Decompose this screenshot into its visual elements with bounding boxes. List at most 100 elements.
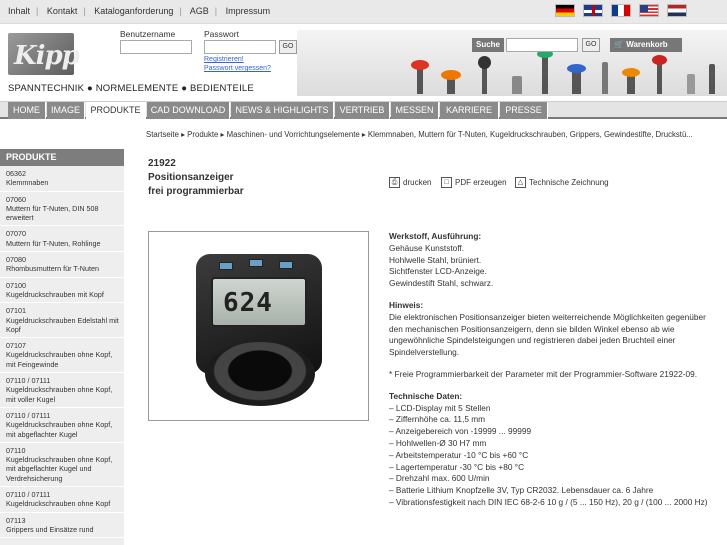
cart-icon: 🛒 — [614, 40, 624, 49]
tech-data-line: – Vibrationsfestigkeit nach DIN IEC 68-2… — [389, 496, 708, 507]
product-title-line2: frei programmierbar — [148, 186, 244, 197]
sidebar-item-label: Kugeldruckschrauben ohne Kopf, mit abgef… — [6, 455, 113, 483]
top-links: Inhalt | Kontakt | Kataloganforderung | AGB… — [8, 6, 271, 16]
link-katalog[interactable]: Kataloganforderung — [94, 6, 173, 16]
pdf-icon: □ — [441, 177, 452, 188]
sidebar-item[interactable]: 07100 Kugeldruckschrauben mit Kopf — [0, 278, 124, 304]
sidebar-item[interactable]: 07110 / 07111 Kugeldruckschrauben ohne Ko… — [0, 373, 124, 408]
material-heading: Werkstoff, Ausführung: — [389, 231, 482, 241]
sidebar-item-code: 07110 / 07111 — [6, 376, 51, 386]
material-line: Sichtfenster LCD-Anzeige. — [389, 266, 487, 277]
password-label: Passwort — [204, 29, 239, 39]
sidebar-item[interactable]: 07060 Muttern für T-Nuten, DIN 508 erweit… — [0, 192, 124, 227]
nav-image[interactable]: IMAGE — [47, 102, 85, 119]
pdf-label: PDF erzeugen — [455, 178, 507, 187]
sidebar-item-code: 07113 — [6, 515, 26, 525]
sidebar-item[interactable]: 07101 Kugeldruckschrauben Edelstahl mit K… — [0, 303, 124, 339]
tech-data-line: – Arbeitstemperatur -10 °C bis +60 °C — [389, 449, 529, 460]
cart-label: Warenkorb — [626, 40, 668, 49]
tagline: SPANNTECHNIK ● NORMELEMENTE ● BEDIENTEIL… — [8, 83, 254, 94]
device-hollow-shaft — [205, 342, 315, 406]
nav-karriere[interactable]: KARRIERE — [440, 102, 499, 119]
sidebar-item-label: Kugeldruckschrauben ohne Kopf — [6, 499, 111, 509]
flag-fr-icon[interactable] — [611, 4, 631, 17]
flag-nl-icon[interactable] — [667, 4, 687, 17]
sidebar-item-label: Kugeldruckschrauben ohne Kopf, mit Feing… — [6, 350, 113, 369]
sidebar-item[interactable]: 07110 / 07111 Kugeldruckschrauben ohne Ko… — [0, 408, 124, 443]
sidebar-item[interactable]: 07110 / 07111 Kugeldruckschrauben ohne Ko… — [0, 487, 124, 513]
tech-data-line: – Hohlwellen-Ø 30 H7 mm — [389, 437, 487, 448]
sidebar-item-label: Kugeldruckschrauben mit Kopf — [6, 289, 104, 299]
top-bar: Inhalt | Kontakt | Kataloganforderung | AGB… — [0, 0, 727, 24]
link-kontakt[interactable]: Kontakt — [47, 6, 78, 16]
kipp-logo[interactable]: Kipp — [8, 33, 80, 75]
main-nav: HOME IMAGE PRODUKTE CAD DOWNLOAD NEWS & … — [0, 101, 727, 119]
search-label: Suche — [472, 38, 504, 52]
material-line: Gewindestift Stahl, schwarz. — [389, 278, 494, 289]
product-title-line1: Positionsanzeiger — [148, 172, 234, 183]
device-display-value: 624 — [223, 288, 273, 318]
password-input[interactable] — [204, 40, 276, 54]
search-input[interactable] — [506, 38, 578, 52]
register-link[interactable]: Registrieren! — [204, 56, 244, 63]
tech-data-line: – Drehzahl max. 600 U/min — [389, 473, 490, 484]
nav-news[interactable]: NEWS & HIGHLIGHTS — [231, 102, 334, 119]
sidebar-item-code: 07110 / 07111 — [6, 490, 51, 500]
nav-home[interactable]: HOME — [8, 102, 46, 119]
product-image[interactable]: 624 — [148, 231, 369, 421]
language-flags — [555, 4, 687, 17]
print-action[interactable]: ⎙ drucken — [389, 177, 431, 188]
sidebar-item-label: Kugeldruckschrauben ohne Kopf, mit abgef… — [6, 420, 113, 439]
print-label: drucken — [403, 178, 432, 187]
sidebar-item[interactable]: 07110 Kugeldruckschrauben ohne Kopf, mit … — [0, 443, 124, 488]
product-sidebar: PRODUKTE 06362 Klemmnaben 07060 Muttern für… — [0, 149, 124, 545]
flag-en-icon[interactable] — [583, 4, 603, 17]
tech-data-line: – Lagertemperatur -30 °C bis +80 °C — [389, 461, 525, 472]
sidebar-item-code: 07101 — [6, 306, 26, 316]
sidebar-item-label: Rhombusmuttern für T-Nuten — [6, 264, 99, 274]
link-impressum[interactable]: Impressum — [226, 6, 271, 16]
login-go-button[interactable]: GO — [279, 40, 297, 54]
drawing-label: Technische Zeichnung — [529, 178, 609, 187]
sidebar-item-code: 07080 — [6, 255, 26, 265]
sidebar-item-label: Kugeldruckschrauben Edelstahl mit Kopf — [6, 315, 119, 334]
print-icon: ⎙ — [389, 177, 400, 188]
sidebar-item-code: 07070 — [6, 229, 26, 239]
flag-us-icon[interactable] — [639, 4, 659, 17]
sidebar-item-code: 07060 — [6, 194, 26, 204]
product-description: Werkstoff, Ausführung: Gehäuse Kunststof… — [389, 231, 709, 509]
sidebar-item-label: Muttern für T-Nuten, DIN 508 erweitert — [6, 203, 99, 223]
tech-data-line: – Anzeigebereich von -19999 ... 99999 — [389, 426, 532, 437]
link-agb[interactable]: AGB — [190, 6, 209, 16]
tech-data-line: – Batterie Lithium Knopfzelle 3V, Typ CR… — [389, 485, 654, 496]
nav-presse[interactable]: PRESSE — [500, 102, 548, 119]
sidebar-item-code: 07110 — [6, 445, 26, 455]
drawing-icon: △ — [515, 177, 526, 188]
link-inhalt[interactable]: Inhalt — [8, 6, 30, 16]
tech-data-line: – LCD-Display mit 5 Stellen — [389, 402, 491, 413]
sidebar-item[interactable]: 07113 Grippers und Einsätze rund — [0, 513, 124, 539]
hint-heading: Hinweis: — [389, 299, 424, 310]
nav-produkte[interactable]: PRODUKTE — [86, 102, 146, 119]
software-note: * Freie Programmierbarkeit der Parameter… — [389, 368, 698, 379]
product-title: Positionsanzeiger frei programmierbar — [148, 171, 244, 199]
forgot-password-link[interactable]: Passwort vergessen? — [204, 65, 271, 72]
sidebar-item-code: 07100 — [6, 280, 26, 290]
flag-de-icon[interactable] — [555, 4, 575, 17]
nav-cad-download[interactable]: CAD DOWNLOAD — [147, 102, 230, 119]
breadcrumb[interactable]: Startseite ▸ Produkte ▸ Maschinen- und V… — [146, 130, 724, 139]
username-input[interactable] — [120, 40, 192, 54]
pdf-action[interactable]: □ PDF erzeugen — [441, 177, 507, 188]
cart-button[interactable]: 🛒 Warenkorb — [610, 38, 682, 52]
sidebar-item[interactable]: 06362 Klemmnaben — [0, 166, 124, 192]
nav-messen[interactable]: MESSEN — [391, 102, 439, 119]
sidebar-item[interactable]: 07080 Rhombusmuttern für T-Nuten — [0, 252, 124, 278]
product-code: 21922 — [148, 158, 176, 169]
sidebar-item[interactable]: 07107 Kugeldruckschrauben ohne Kopf, mit … — [0, 338, 124, 374]
search-go-button[interactable]: GO — [582, 38, 600, 52]
nav-vertrieb[interactable]: VERTRIEB — [335, 102, 390, 119]
hint-text: Die elektronischen Positionsanzeiger bie… — [389, 311, 706, 358]
sidebar-item-label: Klemmnaben — [6, 178, 49, 188]
drawing-action[interactable]: △ Technische Zeichnung — [515, 177, 609, 188]
sidebar-item[interactable]: 07070 Muttern für T-Nuten, Rohlinge — [0, 226, 124, 253]
